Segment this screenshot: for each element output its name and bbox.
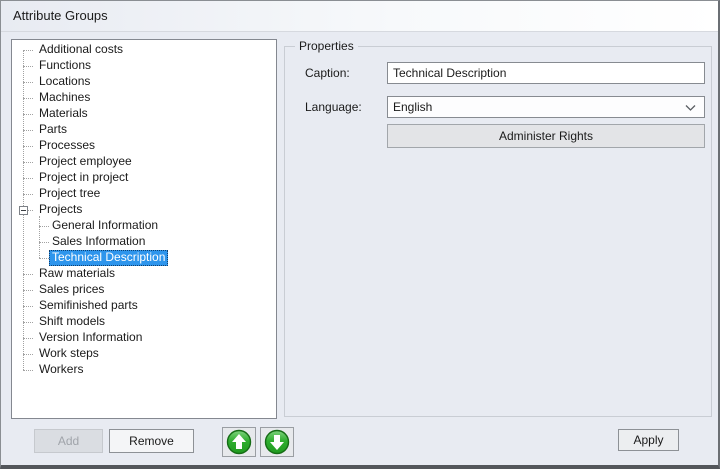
tree-item[interactable]: Sales Information: [49, 234, 148, 250]
administer-rights-button[interactable]: Administer Rights: [387, 124, 705, 148]
tree-item[interactable]: Shift models: [36, 314, 108, 330]
tree-connector-line: [39, 242, 49, 243]
attribute-groups-tree[interactable]: Additional costsFunctionsLocationsMachin…: [11, 39, 277, 419]
tree-connector-line: [23, 66, 33, 67]
tree-item[interactable]: Version Information: [36, 330, 145, 346]
tree-collapse-toggle[interactable]: [19, 206, 28, 215]
tree-connector-line: [23, 274, 33, 275]
arrow-up-icon: [226, 429, 252, 455]
add-button[interactable]: Add: [34, 429, 103, 453]
tree-item[interactable]: Project tree: [36, 186, 103, 202]
tree-connector-line: [23, 370, 33, 371]
tree-connector-line: [23, 178, 33, 179]
tree-item[interactable]: Project employee: [36, 154, 135, 170]
tree-item[interactable]: Machines: [36, 90, 93, 106]
tree-item[interactable]: General Information: [49, 218, 161, 234]
caption-label: Caption:: [305, 62, 350, 84]
tree-item[interactable]: Projects: [36, 202, 85, 218]
tree-item[interactable]: Sales prices: [36, 282, 107, 298]
tree-connector-line: [23, 354, 33, 355]
language-selected-value: English: [393, 100, 432, 114]
tree-item[interactable]: Materials: [36, 106, 91, 122]
tree-item[interactable]: Additional costs: [36, 42, 126, 58]
tree-item[interactable]: Processes: [36, 138, 98, 154]
tree-item[interactable]: Project in project: [36, 170, 131, 186]
dialog-content: Additional costsFunctionsLocationsMachin…: [1, 32, 718, 465]
tree-connector-line: [23, 82, 33, 83]
tree-connector-line: [23, 322, 33, 323]
window-title: Attribute Groups: [13, 1, 108, 31]
tree-connector-line: [23, 306, 33, 307]
tree-connector-line: [23, 98, 33, 99]
language-label: Language:: [305, 96, 362, 118]
tree-item[interactable]: Semifinished parts: [36, 298, 141, 314]
remove-button[interactable]: Remove: [109, 429, 194, 453]
caption-input[interactable]: [387, 62, 705, 84]
tree-item[interactable]: Raw materials: [36, 266, 118, 282]
language-select[interactable]: English: [387, 96, 705, 118]
move-up-button[interactable]: [222, 427, 256, 457]
tree-connector-line: [23, 146, 33, 147]
tree-connector-line: [39, 258, 49, 259]
tree-item[interactable]: Functions: [36, 58, 94, 74]
chevron-down-icon: [685, 105, 696, 111]
arrow-down-icon: [264, 429, 290, 455]
attribute-groups-window: Attribute Groups Additional costsFunctio…: [0, 0, 720, 469]
properties-groupbox: Properties Caption: Language: English Ad…: [284, 46, 712, 417]
tree-connector-line: [39, 226, 49, 227]
tree-item[interactable]: Locations: [36, 74, 93, 90]
window-titlebar: Attribute Groups: [1, 1, 718, 32]
apply-button[interactable]: Apply: [618, 429, 679, 451]
tree-item[interactable]: Workers: [36, 362, 86, 378]
move-down-button[interactable]: [260, 427, 294, 457]
tree-item[interactable]: Parts: [36, 122, 70, 138]
tree-connector-line: [39, 216, 40, 258]
tree-item[interactable]: Technical Description: [49, 250, 168, 266]
tree-connector-line: [23, 162, 33, 163]
tree-connector-line: [23, 194, 33, 195]
tree-connector-line: [23, 290, 33, 291]
tree-connector-line: [23, 50, 33, 51]
tree-connector-line: [23, 114, 33, 115]
tree-connector-line: [23, 338, 33, 339]
tree-connector-line: [23, 130, 33, 131]
properties-group-title: Properties: [295, 39, 358, 53]
tree-item[interactable]: Work steps: [36, 346, 102, 362]
